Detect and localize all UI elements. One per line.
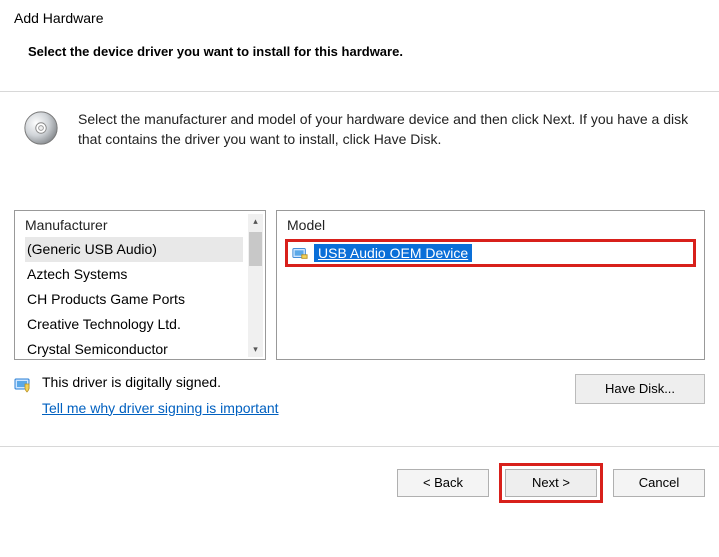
wizard-buttons: < Back Next > Cancel — [0, 447, 719, 503]
disk-icon — [22, 109, 60, 147]
instruction-row: Select the manufacturer and model of you… — [0, 93, 719, 162]
next-button[interactable]: Next > — [505, 469, 597, 497]
model-item-label: USB Audio OEM Device — [314, 244, 472, 262]
page-subtitle: Select the device driver you want to ins… — [0, 32, 719, 91]
have-disk-button[interactable]: Have Disk... — [575, 374, 705, 404]
window-title: Add Hardware — [0, 0, 719, 32]
model-item[interactable]: USB Audio OEM Device — [285, 239, 696, 267]
signing-info-link[interactable]: Tell me why driver signing is important — [42, 400, 279, 416]
signing-row: This driver is digitally signed. Tell me… — [0, 360, 719, 416]
cancel-button[interactable]: Cancel — [613, 469, 705, 497]
manufacturer-header: Manufacturer — [15, 211, 265, 237]
manufacturer-item[interactable]: Aztech Systems — [25, 262, 243, 287]
manufacturer-item[interactable]: Crystal Semiconductor — [25, 337, 243, 362]
scroll-thumb[interactable] — [249, 232, 262, 266]
back-button[interactable]: < Back — [397, 469, 489, 497]
model-header: Model — [277, 211, 704, 237]
scrollbar[interactable]: ▴ ▾ — [248, 214, 263, 357]
manufacturer-item[interactable]: (Generic USB Audio) — [25, 237, 243, 262]
instruction-text: Select the manufacturer and model of you… — [78, 109, 697, 150]
manufacturer-list[interactable]: Manufacturer (Generic USB Audio) Aztech … — [14, 210, 266, 360]
model-list[interactable]: Model USB Audio OEM Device — [276, 210, 705, 360]
manufacturer-item[interactable]: CH Products Game Ports — [25, 287, 243, 312]
scroll-up-icon[interactable]: ▴ — [248, 214, 263, 229]
next-highlight: Next > — [499, 463, 603, 503]
signed-shield-icon — [14, 376, 32, 394]
scroll-down-icon[interactable]: ▾ — [248, 342, 263, 357]
driver-lists: Manufacturer (Generic USB Audio) Aztech … — [0, 162, 719, 360]
device-icon — [292, 246, 308, 260]
manufacturer-item[interactable]: Creative Technology Ltd. — [25, 312, 243, 337]
signed-message: This driver is digitally signed. — [42, 374, 279, 390]
